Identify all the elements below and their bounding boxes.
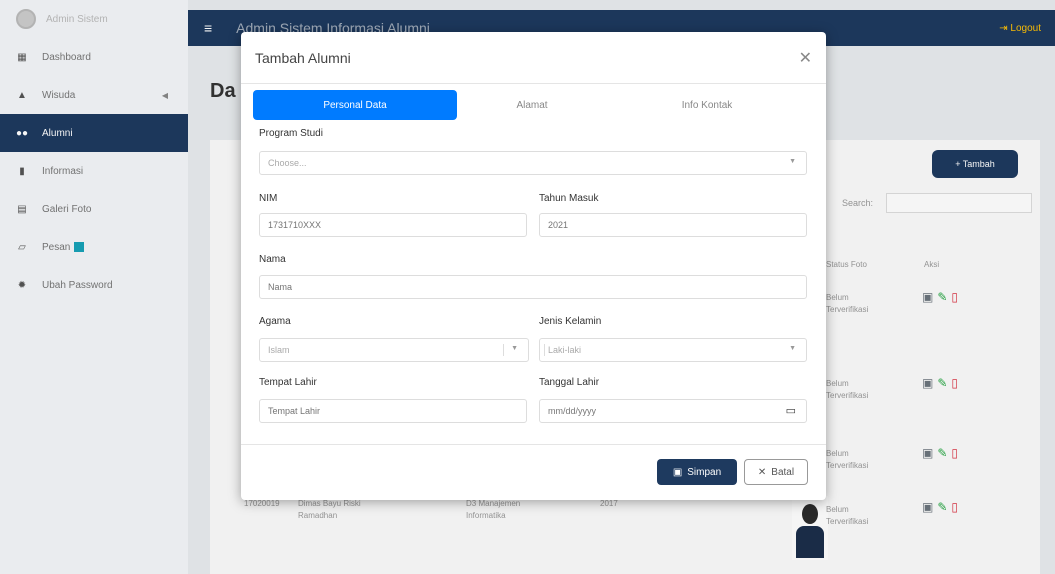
nama-label: Nama — [259, 254, 286, 265]
tab-info-kontak[interactable]: Info Kontak — [607, 90, 807, 120]
save-icon: ▣ — [672, 466, 683, 478]
tahun-masuk-field[interactable] — [539, 213, 807, 237]
tab-personal-data[interactable]: Personal Data — [253, 90, 457, 120]
jenis-kelamin-select[interactable]: Laki-laki ▼ — [539, 338, 807, 362]
agama-label: Agama — [259, 316, 291, 327]
chevron-down-icon: ▼ — [789, 345, 796, 352]
simpan-label: Simpan — [687, 466, 722, 478]
nim-field[interactable] — [259, 213, 527, 237]
modal-header: Tambah Alumni ✕ — [241, 32, 826, 84]
simpan-button[interactable]: ▣ Simpan — [657, 459, 737, 485]
program-studi-label: Program Studi — [259, 128, 323, 139]
tempat-lahir-field[interactable] — [259, 399, 527, 423]
tambah-alumni-modal: Tambah Alumni ✕ Personal Data Alamat Inf… — [241, 32, 826, 500]
form-tabs: Personal Data Alamat Info Kontak — [253, 90, 813, 120]
batal-label: Batal — [771, 466, 795, 478]
chevron-down-icon: ▼ — [511, 345, 518, 352]
calendar-icon[interactable]: ▭ — [786, 404, 796, 417]
nama-field[interactable] — [259, 275, 807, 299]
close-icon[interactable]: ✕ — [799, 48, 812, 68]
tanggal-lahir-label: Tanggal Lahir — [539, 377, 600, 388]
nim-input[interactable] — [268, 220, 526, 230]
tempat-lahir-input[interactable] — [268, 406, 526, 416]
modal-footer: ▣ Simpan ✕ Batal — [241, 444, 826, 500]
tahun-masuk-input[interactable] — [548, 220, 806, 230]
jenis-kelamin-label: Jenis Kelamin — [539, 316, 602, 327]
batal-button[interactable]: ✕ Batal — [744, 459, 808, 485]
nama-input[interactable] — [268, 282, 806, 292]
program-studi-select[interactable]: Choose... ▼ — [259, 151, 807, 175]
nim-label: NIM — [259, 193, 278, 204]
agama-value: Islam — [268, 345, 290, 355]
modal-title: Tambah Alumni — [255, 49, 351, 66]
tanggal-lahir-value: mm/dd/yyyy — [548, 406, 597, 416]
agama-select[interactable]: Islam ▼ — [259, 338, 529, 362]
tahun-masuk-label: Tahun Masuk — [539, 193, 599, 204]
tanggal-lahir-field[interactable]: mm/dd/yyyy ▭ — [539, 399, 807, 423]
tempat-lahir-label: Tempat Lahir — [259, 377, 317, 388]
program-studi-value: Choose... — [268, 158, 307, 168]
close-icon: ✕ — [757, 466, 767, 478]
jenis-kelamin-value: Laki-laki — [548, 345, 582, 355]
chevron-down-icon: ▼ — [789, 158, 796, 165]
tab-alamat[interactable]: Alamat — [457, 90, 607, 120]
